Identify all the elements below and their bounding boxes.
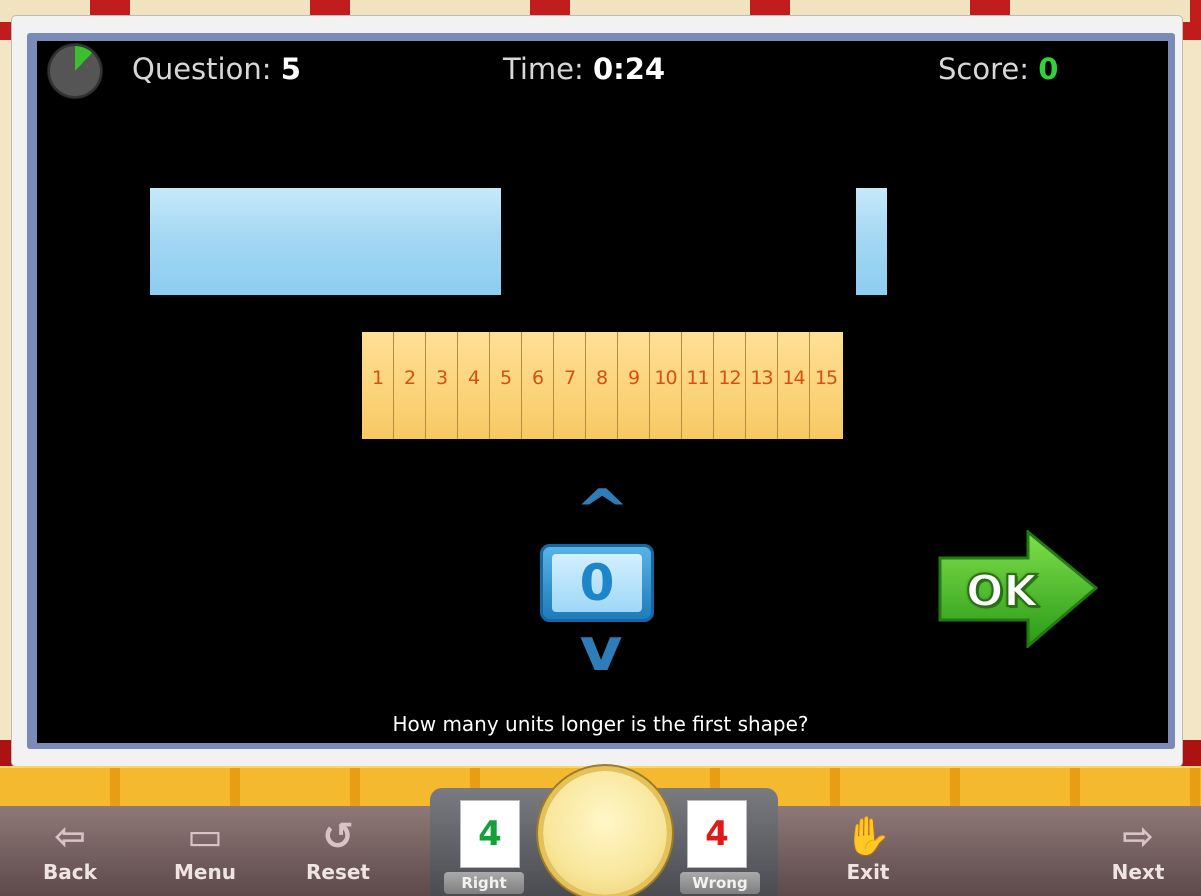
- ruler-number: 15: [814, 367, 838, 389]
- menu-button[interactable]: ▭ Menu: [165, 812, 245, 884]
- exit-label: Exit: [846, 860, 890, 884]
- ruler-number: 12: [718, 367, 741, 389]
- ok-label: OK: [965, 565, 1038, 618]
- folder-icon: ▭: [187, 814, 223, 858]
- medal-icon: [543, 771, 667, 895]
- time-label: Time:: [503, 52, 584, 86]
- reset-label: Reset: [306, 860, 370, 884]
- ruler-number: 1: [371, 367, 384, 389]
- decrease-arrow-icon[interactable]: v: [575, 620, 628, 680]
- ruler-cell: 13: [746, 332, 778, 439]
- ruler-number: 2: [403, 367, 416, 389]
- right-count: 4: [461, 801, 519, 867]
- ruler-number: 10: [654, 367, 677, 389]
- ruler-cell: 4: [458, 332, 490, 439]
- ruler-cell: 9: [618, 332, 650, 439]
- ruler-cell: 10: [650, 332, 682, 439]
- timer-pie-icon: [48, 44, 102, 98]
- question-prompt: How many units longer is the first shape…: [392, 712, 809, 736]
- ruler-cell: 1: [362, 332, 394, 439]
- first-shape: [150, 188, 501, 295]
- ruler-number: 4: [467, 367, 480, 389]
- time-value: 0:24: [592, 52, 666, 86]
- ruler-number: 6: [531, 367, 544, 389]
- answer-value: 0: [552, 554, 642, 612]
- ruler-number: 13: [750, 367, 773, 389]
- ruler-number: 8: [595, 367, 608, 389]
- right-label: Right: [444, 872, 524, 894]
- ruler-number: 9: [627, 367, 640, 389]
- ok-button[interactable]: OK: [938, 530, 1098, 648]
- ruler-cell: 6: [522, 332, 554, 439]
- score-value: 0: [1038, 52, 1059, 86]
- question-counter: Question: 5: [132, 52, 301, 86]
- ruler: 1 2 3 4 5 6 7 8 9 10 11 12 13 14 15: [362, 332, 843, 439]
- question-label: Question:: [132, 52, 272, 86]
- increase-arrow-icon[interactable]: ^: [575, 482, 630, 542]
- ruler-cell: 14: [778, 332, 810, 439]
- ruler-cell: 3: [426, 332, 458, 439]
- hand-icon: ✋: [844, 814, 892, 858]
- second-shape: [856, 188, 887, 295]
- score-display: Score: 0: [938, 52, 1058, 86]
- arrow-right-icon: ⇨: [1122, 814, 1154, 858]
- question-value: 5: [280, 52, 301, 86]
- ruler-number: 14: [782, 367, 805, 389]
- reset-icon: ↺: [322, 814, 354, 858]
- wrong-label: Wrong: [680, 872, 760, 894]
- ruler-cell: 8: [586, 332, 618, 439]
- ruler-cell: 11: [682, 332, 714, 439]
- ruler-cell: 7: [554, 332, 586, 439]
- ruler-cell: 15: [810, 332, 842, 439]
- arrow-left-icon: ⇦: [54, 814, 86, 858]
- back-label: Back: [43, 860, 97, 884]
- answer-spinner: 0: [540, 544, 654, 622]
- score-label: Score:: [938, 52, 1029, 86]
- exit-button[interactable]: ✋ Exit: [828, 812, 908, 884]
- ruler-number: 5: [499, 367, 512, 389]
- wrong-count: 4: [688, 801, 746, 867]
- ruler-cell: 12: [714, 332, 746, 439]
- ruler-cell: 5: [490, 332, 522, 439]
- ruler-number: 3: [435, 367, 448, 389]
- next-button[interactable]: ⇨ Next: [1098, 812, 1178, 884]
- next-label: Next: [1111, 860, 1165, 884]
- menu-label: Menu: [174, 860, 236, 884]
- reset-button[interactable]: ↺ Reset: [298, 812, 378, 884]
- back-button[interactable]: ⇦ Back: [30, 812, 110, 884]
- ruler-cell: 2: [394, 332, 426, 439]
- ruler-number: 11: [686, 367, 709, 389]
- ruler-number: 7: [563, 367, 576, 389]
- right-decoration: [1183, 40, 1201, 740]
- time-display: Time: 0:24: [503, 52, 665, 86]
